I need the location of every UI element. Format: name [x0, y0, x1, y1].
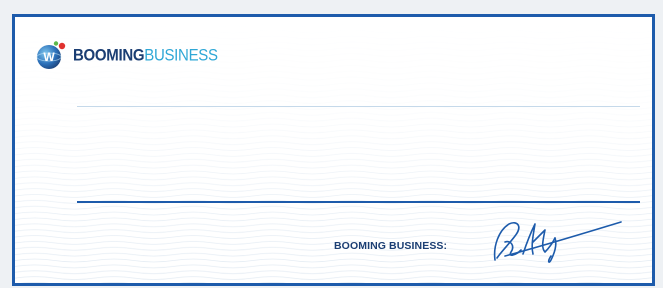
page: W BOOMINGBUSINESS BOOMING BUSINESS:: [0, 0, 663, 288]
brand-name-part1: BOOMING: [73, 45, 145, 65]
amount-line: [77, 201, 640, 203]
handwritten-signature: [493, 221, 622, 263]
check-document: W BOOMINGBUSINESS BOOMING BUSINESS:: [12, 14, 655, 286]
brand-name-part2: BUSINESS: [144, 45, 218, 65]
globe-logo-icon: W: [35, 40, 69, 70]
svg-text:W: W: [43, 50, 55, 64]
brand-name: BOOMINGBUSINESS: [73, 46, 218, 65]
company-logo: W BOOMINGBUSINESS: [35, 40, 218, 70]
payee-line: [77, 106, 640, 107]
signature-label: BOOMING BUSINESS:: [334, 240, 448, 252]
